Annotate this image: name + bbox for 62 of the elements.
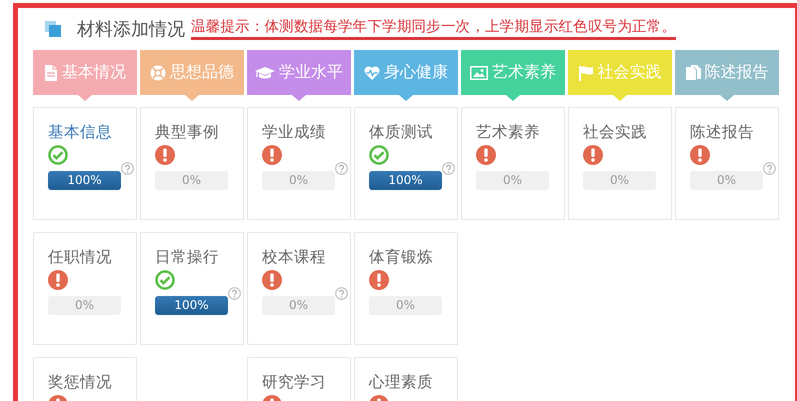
progress-reading: 0% (180, 172, 202, 189)
card-title: 校本课程 (262, 247, 326, 267)
card-title: 陈述报告 (690, 122, 754, 142)
lifebuoy-icon (150, 64, 166, 80)
progress-reading: 0% (288, 297, 310, 314)
card-title: 体育锻炼 (369, 247, 433, 267)
help-icon[interactable] (335, 287, 348, 300)
tab-pointer (506, 95, 520, 101)
document-icon (44, 64, 58, 80)
item-card[interactable]: 心理素质 (354, 357, 458, 401)
tab-pointer (185, 95, 199, 101)
help-icon[interactable] (121, 162, 134, 175)
progress-reading: 0% (716, 172, 738, 189)
image-icon (470, 64, 488, 80)
item-card[interactable]: 社会实践 0% (568, 107, 672, 220)
tab-pointer (720, 95, 734, 101)
item-card[interactable]: 校本课程 0% (247, 232, 351, 345)
item-card[interactable]: 基本信息 100% (33, 107, 137, 220)
progress-reading: 100% (173, 297, 210, 314)
item-card[interactable]: 典型事例 0% (140, 107, 244, 220)
copy-icon (686, 64, 700, 80)
progress-reading: 0% (608, 172, 630, 189)
card-title: 艺术素养 (476, 122, 540, 142)
tab-pointer (399, 95, 413, 101)
progress-reading: 100% (66, 172, 103, 189)
item-card[interactable]: 日常操行 100% (140, 232, 244, 345)
tab-pointer (613, 95, 627, 101)
card-title: 任职情况 (48, 247, 112, 267)
card-title: 社会实践 (583, 122, 647, 142)
card-title: 基本信息 (48, 122, 112, 142)
notice-text: 温馨提示：体测数据每学年下学期同步一次，上学期显示红色叹号为正常。 (191, 18, 676, 40)
help-icon[interactable] (763, 162, 776, 175)
card-title: 学业成绩 (262, 122, 326, 142)
progress-reading: 100% (387, 172, 424, 189)
card-title: 研究学习 (262, 372, 326, 392)
item-card[interactable]: 任职情况 0% (33, 232, 137, 345)
item-card[interactable]: 研究学习 (247, 357, 351, 401)
help-icon[interactable] (442, 162, 455, 175)
graduation-cap-icon (255, 66, 275, 80)
progress-reading: 0% (288, 172, 310, 189)
tab-pointer (292, 95, 306, 101)
squares-icon (45, 21, 61, 37)
progress-reading: 0% (394, 297, 416, 314)
item-card[interactable]: 陈述报告 0% (675, 107, 779, 220)
help-icon[interactable] (228, 287, 241, 300)
card-title: 日常操行 (155, 247, 219, 267)
item-card[interactable]: 奖惩情况 (33, 357, 137, 401)
item-card[interactable]: 艺术素养 0% (461, 107, 565, 220)
item-card[interactable]: 体育锻炼 0% (354, 232, 458, 345)
progress-reading: 0% (502, 172, 524, 189)
heart-pulse-icon (364, 64, 380, 80)
item-card[interactable]: 学业成绩 0% (247, 107, 351, 220)
card-title: 典型事例 (155, 122, 219, 142)
help-icon[interactable] (335, 162, 348, 175)
card-title: 奖惩情况 (48, 372, 112, 392)
card-title: 体质测试 (369, 122, 433, 142)
item-card[interactable]: 体质测试 100% (354, 107, 458, 220)
progress-reading: 0% (74, 297, 96, 314)
section-title: 材料添加情况 (77, 18, 185, 41)
flag-icon (578, 64, 594, 80)
card-title: 心理素质 (369, 372, 433, 392)
tab-pointer (78, 95, 92, 101)
